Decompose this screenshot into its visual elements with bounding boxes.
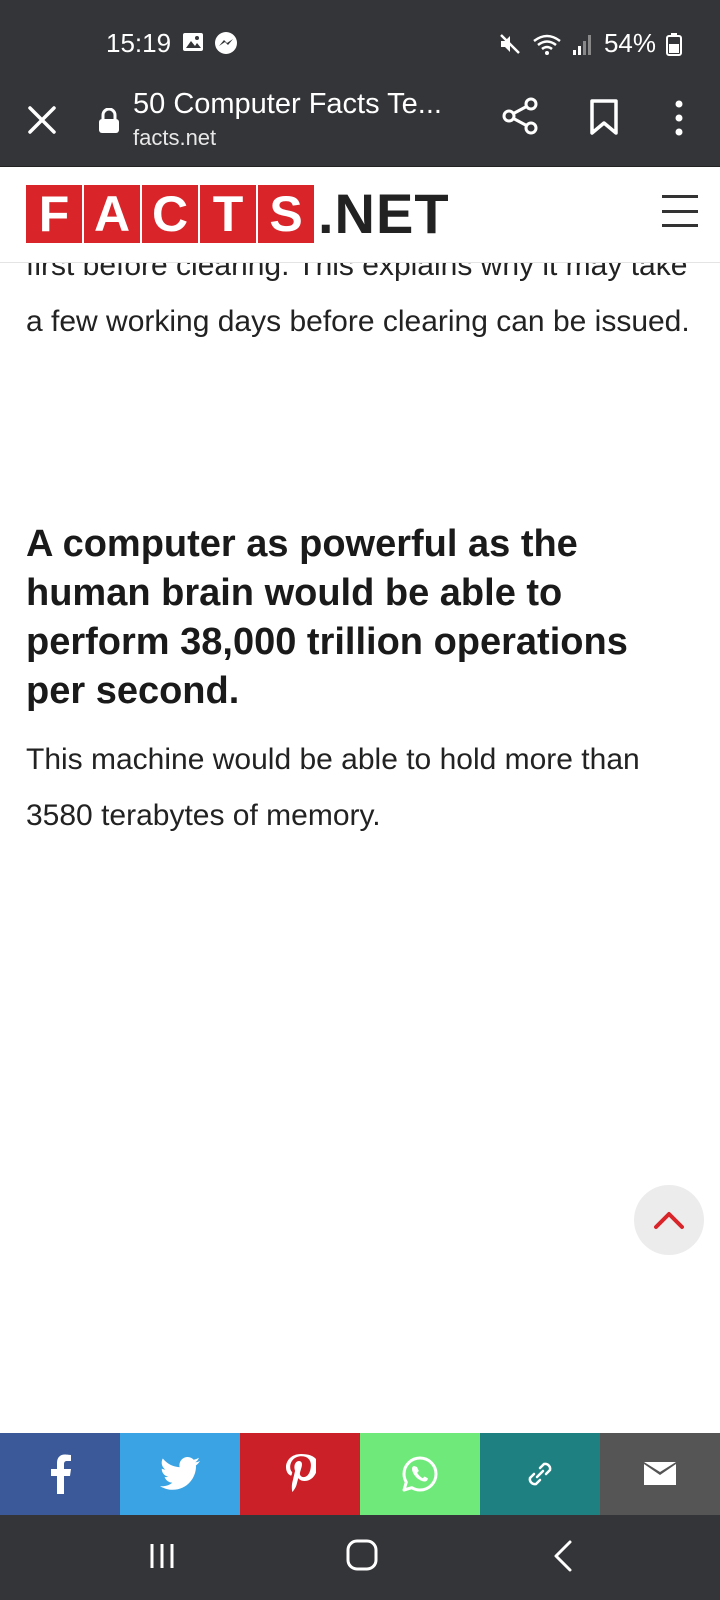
status-time: 15:19 <box>106 28 172 58</box>
share-twitter-button[interactable] <box>120 1433 240 1515</box>
logo-letter: A <box>84 185 140 243</box>
whatsapp-icon <box>402 1456 438 1492</box>
messenger-icon <box>215 32 237 54</box>
battery-percent: 54% <box>603 28 656 58</box>
share-bar <box>0 1433 720 1515</box>
system-navigation-bar <box>0 1515 720 1600</box>
recent-apps-icon[interactable] <box>148 1541 176 1571</box>
bookmark-icon[interactable] <box>588 98 620 136</box>
signal-icon <box>572 34 591 55</box>
scroll-to-top-button[interactable] <box>634 1185 704 1255</box>
article-content: first before clearing. This explains why… <box>0 230 720 1430</box>
gallery-icon <box>183 33 203 51</box>
share-pinterest-button[interactable] <box>240 1433 360 1515</box>
page-url[interactable]: facts.net <box>133 125 216 151</box>
fact-heading: A computer as powerful as the human brai… <box>26 523 628 712</box>
chevron-up-icon <box>654 1212 684 1229</box>
battery-icon <box>666 32 682 56</box>
twitter-icon <box>160 1457 200 1490</box>
logo-letter: T <box>200 185 256 243</box>
logo-letter: F <box>26 185 82 243</box>
share-facebook-button[interactable] <box>0 1433 120 1515</box>
lock-icon <box>99 108 119 133</box>
status-bar: 15:19 54% <box>0 0 720 88</box>
share-email-button[interactable] <box>600 1433 720 1515</box>
home-icon[interactable] <box>346 1539 378 1571</box>
menu-icon[interactable] <box>662 195 698 227</box>
facts-net-logo[interactable]: F A C T S .NET <box>26 185 450 243</box>
article-paragraph: This machine would be able to hold more … <box>26 743 640 832</box>
email-icon <box>644 1462 676 1485</box>
page-title[interactable]: 50 Computer Facts Te... <box>133 88 442 121</box>
logo-suffix: .NET <box>318 182 450 245</box>
copy-link-button[interactable] <box>480 1433 600 1515</box>
mute-icon <box>500 33 520 54</box>
wifi-icon <box>533 34 561 55</box>
facebook-icon <box>51 1454 71 1494</box>
share-whatsapp-button[interactable] <box>360 1433 480 1515</box>
site-header: F A C T S .NET <box>0 167 720 263</box>
logo-letter: S <box>258 185 314 243</box>
share-icon[interactable] <box>500 96 540 136</box>
logo-letter: C <box>142 185 198 243</box>
close-icon[interactable] <box>24 102 60 138</box>
link-icon <box>528 1462 552 1486</box>
back-icon[interactable] <box>552 1539 574 1573</box>
browser-toolbar: 50 Computer Facts Te... facts.net <box>0 88 720 167</box>
more-options-icon[interactable] <box>666 98 692 138</box>
pinterest-icon <box>286 1454 316 1492</box>
